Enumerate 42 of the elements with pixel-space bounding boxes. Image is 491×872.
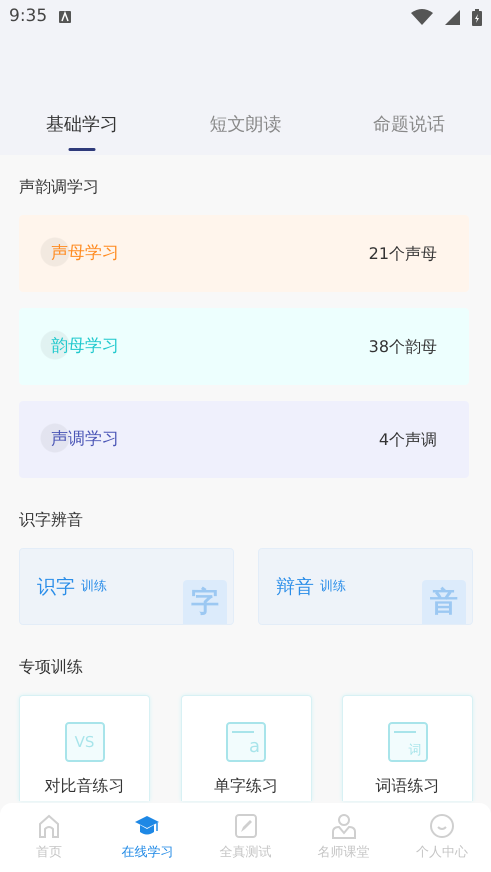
wifi-icon bbox=[411, 9, 433, 25]
study-card[interactable]: 声调学习 4个声调 bbox=[19, 401, 469, 478]
status-time: 9:35 bbox=[9, 5, 48, 28]
card-title: 词语练习 bbox=[376, 775, 440, 797]
document-icon: 词 bbox=[388, 722, 428, 762]
training-card[interactable]: 识字 训练 字 bbox=[19, 548, 234, 625]
card-title: 识字 bbox=[37, 575, 75, 600]
section-title: 识字辨音 bbox=[19, 509, 84, 531]
card-title: 辩音 bbox=[276, 575, 314, 600]
card-count: 38个韵母 bbox=[368, 336, 437, 358]
character-badge: 音 bbox=[422, 580, 466, 624]
character-badge: 字 bbox=[183, 580, 227, 624]
section-title: 声韵调学习 bbox=[19, 176, 100, 198]
study-card[interactable]: 声母学习 21个声母 bbox=[19, 215, 469, 292]
nav-item[interactable]: 在线学习 bbox=[98, 813, 196, 862]
document-icon: a bbox=[226, 722, 266, 762]
card-count: 21个声母 bbox=[368, 242, 437, 264]
signal-icon bbox=[445, 10, 460, 24]
card-title: 声母学习 bbox=[51, 242, 119, 265]
card-title: 韵母学习 bbox=[51, 334, 119, 358]
versus-icon: VS bbox=[64, 722, 104, 762]
card-count: 4个声调 bbox=[378, 428, 437, 450]
card-title: 声调学习 bbox=[51, 428, 119, 451]
tab[interactable]: 命题说话 bbox=[327, 103, 491, 155]
pencil-icon bbox=[232, 813, 258, 839]
card-title: 单字练习 bbox=[214, 775, 278, 797]
tab[interactable]: 短文朗读 bbox=[164, 103, 328, 155]
card-title: 对比音练习 bbox=[44, 775, 124, 797]
card-subtitle: 训练 bbox=[320, 578, 346, 596]
person-icon bbox=[330, 813, 357, 839]
study-card[interactable]: 韵母学习 38个韵母 bbox=[19, 308, 469, 385]
section-title: 专项训练 bbox=[19, 656, 84, 678]
tab[interactable]: 基础学习 bbox=[0, 103, 164, 155]
notification-icon bbox=[59, 11, 72, 23]
practice-card[interactable]: VS 对比音练习 bbox=[19, 695, 150, 801]
battery-icon bbox=[472, 8, 482, 26]
card-subtitle: 训练 bbox=[81, 578, 107, 596]
training-card[interactable]: 辩音 训练 音 bbox=[258, 548, 473, 625]
tab-indicator bbox=[68, 148, 96, 151]
smiley-icon bbox=[428, 813, 455, 839]
practice-card[interactable]: 词 词语练习 bbox=[342, 695, 473, 801]
practice-card[interactable]: a 单字练习 bbox=[180, 695, 312, 801]
